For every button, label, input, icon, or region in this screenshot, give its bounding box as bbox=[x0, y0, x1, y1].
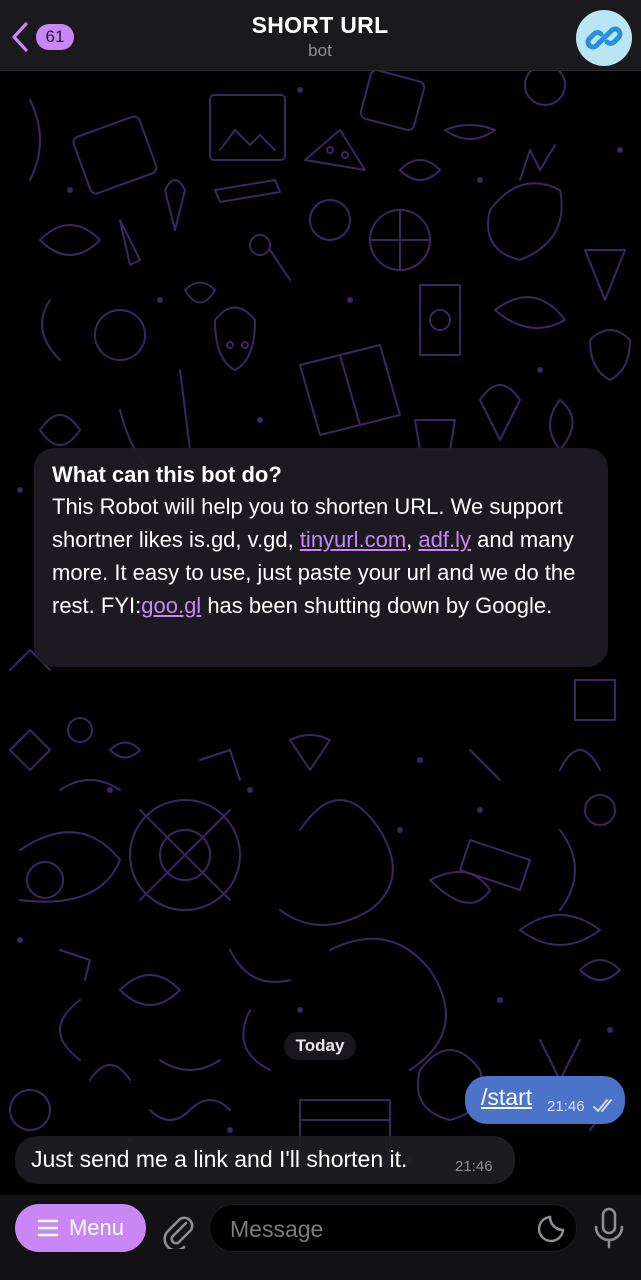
chat-title: SHORT URL bbox=[251, 12, 389, 38]
bot-info-description: This Robot will help you to shorten URL.… bbox=[52, 490, 590, 622]
chevron-left-icon bbox=[12, 22, 28, 52]
link-tinyurl[interactable]: tinyurl.com bbox=[300, 527, 406, 552]
message-input[interactable] bbox=[228, 1205, 522, 1253]
chat-subtitle: bot bbox=[308, 41, 332, 60]
bot-info-card: What can this bot do? This Robot will he… bbox=[34, 448, 608, 667]
link-icon bbox=[585, 26, 623, 50]
microphone-icon[interactable] bbox=[592, 1207, 626, 1249]
date-separator: Today bbox=[284, 1032, 356, 1060]
message-field[interactable] bbox=[209, 1204, 577, 1253]
bot-avatar[interactable] bbox=[576, 10, 632, 66]
paperclip-icon[interactable] bbox=[160, 1209, 196, 1249]
double-check-icon bbox=[593, 1099, 612, 1112]
unread-count-badge: 61 bbox=[36, 24, 74, 50]
chat-header: 61 SHORT URL bot bbox=[0, 0, 641, 71]
description-text: , bbox=[406, 527, 419, 552]
link-googl[interactable]: goo.gl bbox=[141, 593, 201, 618]
back-button[interactable]: 61 bbox=[8, 18, 80, 56]
hamburger-icon bbox=[37, 1219, 59, 1237]
bot-info-title: What can this bot do? bbox=[52, 462, 282, 487]
chat-title-area[interactable]: SHORT URL bot bbox=[160, 10, 480, 62]
description-text: has been shutting down by Google. bbox=[201, 593, 553, 618]
incoming-message[interactable]: Just send me a link and I'll shorten it.… bbox=[15, 1136, 515, 1184]
message-time: 21:46 bbox=[455, 1158, 493, 1175]
menu-button[interactable]: Menu bbox=[15, 1204, 146, 1252]
message-text: Just send me a link and I'll shorten it. bbox=[31, 1146, 408, 1172]
message-composer: Menu bbox=[0, 1195, 641, 1280]
outgoing-message[interactable]: /start 21:46 bbox=[465, 1076, 625, 1124]
message-time: 21:46 bbox=[547, 1098, 585, 1115]
command-link[interactable]: /start bbox=[481, 1084, 532, 1111]
sticker-icon[interactable] bbox=[536, 1214, 566, 1244]
menu-label: Menu bbox=[68, 1215, 125, 1240]
link-adfly[interactable]: adf.ly bbox=[418, 527, 471, 552]
